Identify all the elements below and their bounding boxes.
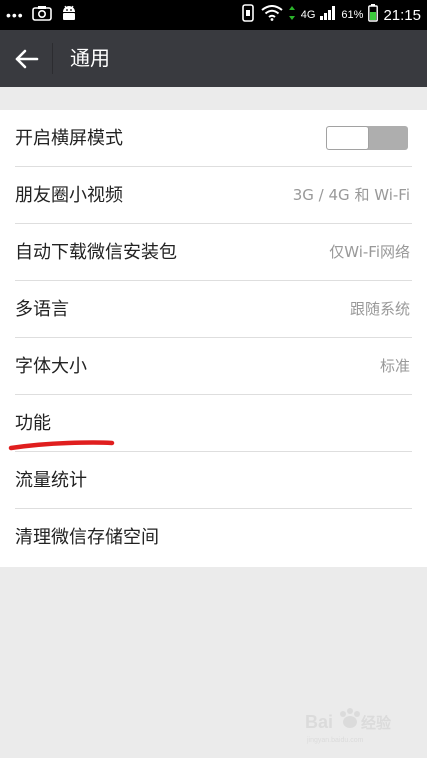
page-title: 通用 — [70, 46, 110, 70]
red-underline-annotation — [8, 440, 115, 451]
setting-value: 跟随系统 — [349, 300, 410, 318]
toggle-knob — [327, 127, 368, 149]
back-button[interactable] — [10, 42, 44, 76]
battery-percent: 61% — [341, 9, 364, 21]
battery-icon — [368, 3, 379, 27]
landscape-toggle[interactable] — [326, 126, 408, 150]
wifi-icon — [261, 4, 283, 26]
setting-label: 流量统计 — [15, 470, 87, 491]
screenshot-icon — [31, 5, 52, 26]
baidu-watermark-logo: Bai 经验 jingyan.baidu.com — [305, 708, 392, 744]
setting-data-usage[interactable]: 流量统计 — [0, 452, 427, 509]
data-arrows-icon — [288, 5, 296, 26]
status-bar: ••• 4G 61% 21:15 — [0, 0, 427, 30]
setting-moments-video[interactable]: 朋友圈小视频 3G / 4G 和 Wi-Fi — [0, 167, 427, 224]
svg-text:Bai: Bai — [305, 712, 333, 732]
setting-language[interactable]: 多语言 跟随系统 — [0, 281, 427, 338]
setting-label: 清理微信存储空间 — [15, 527, 159, 548]
setting-value: 仅Wi-Fi网络 — [329, 243, 410, 261]
setting-font-size[interactable]: 字体大小 标准 — [0, 338, 427, 395]
back-arrow-icon — [15, 49, 39, 69]
setting-value: 标准 — [379, 357, 410, 375]
setting-label: 字体大小 — [15, 356, 87, 377]
vibrate-icon — [240, 3, 256, 27]
setting-label: 自动下载微信安装包 — [15, 242, 177, 263]
svg-text:经验: 经验 — [361, 714, 392, 732]
setting-value: 3G / 4G 和 Wi-Fi — [292, 186, 410, 204]
setting-label: 开启横屏模式 — [15, 128, 123, 149]
settings-list: 开启横屏模式 朋友圈小视频 3G / 4G 和 Wi-Fi 自动下载微信安装包 … — [0, 110, 427, 567]
setting-label: 多语言 — [15, 299, 69, 320]
notification-dots: ••• — [6, 7, 24, 23]
setting-auto-download[interactable]: 自动下载微信安装包 仅Wi-Fi网络 — [0, 224, 427, 281]
svg-text:jingyan.baidu.com: jingyan.baidu.com — [306, 737, 364, 744]
signal-icon — [320, 5, 336, 25]
setting-label: 朋友圈小视频 — [15, 185, 123, 206]
app-bar: 通用 — [0, 30, 427, 87]
network-type: 4G — [300, 9, 316, 21]
appbar-divider — [52, 43, 53, 74]
android-icon — [60, 4, 78, 27]
setting-landscape-mode[interactable]: 开启横屏模式 — [0, 110, 427, 167]
clock: 21:15 — [383, 6, 421, 24]
setting-clear-storage[interactable]: 清理微信存储空间 — [0, 509, 427, 566]
